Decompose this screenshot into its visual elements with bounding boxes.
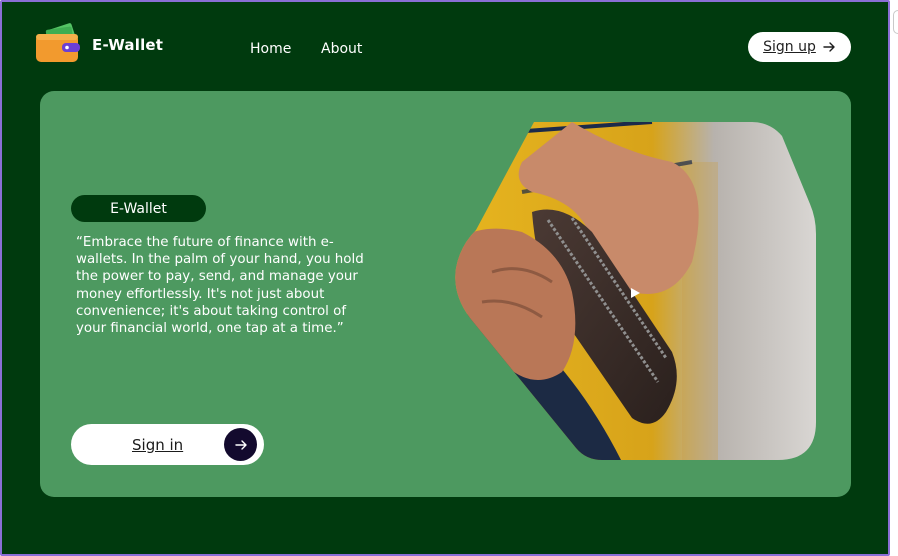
signin-button[interactable]: Sign in — [71, 424, 264, 465]
wallet-money-icon[interactable] — [36, 22, 80, 62]
hero-quote: “Embrace the future of finance with e-wa… — [76, 235, 364, 337]
nav-home[interactable]: Home — [250, 41, 291, 57]
play-icon[interactable] — [628, 286, 642, 300]
arrow-right-icon — [234, 439, 247, 450]
signup-button[interactable]: Sign up — [748, 32, 851, 62]
signin-label: Sign in — [132, 436, 184, 454]
arrow-right-icon — [823, 42, 835, 52]
window-edge — [891, 0, 898, 556]
signup-label: Sign up — [763, 39, 816, 55]
signin-arrow-circle — [224, 428, 257, 461]
brand-name: E-Wallet — [92, 36, 164, 54]
hero-badge: E-Wallet — [71, 195, 206, 222]
scroll-handle[interactable] — [893, 10, 898, 34]
nav-about[interactable]: About — [321, 41, 362, 57]
